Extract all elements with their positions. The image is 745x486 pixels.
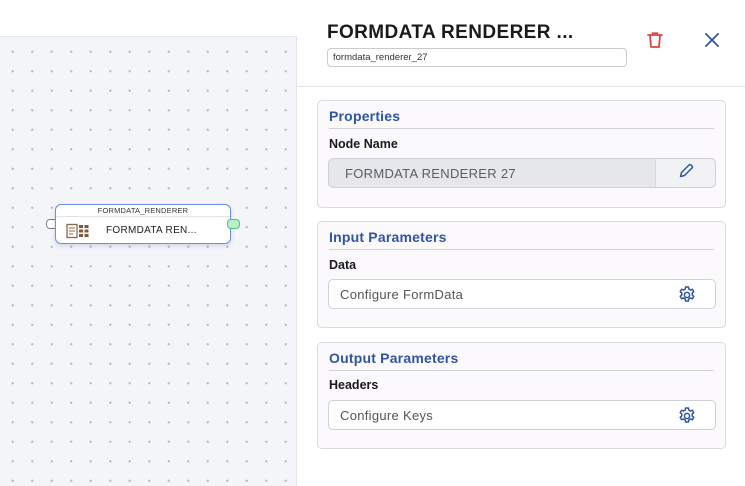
formdata-icon	[64, 223, 94, 239]
edit-node-name-button[interactable]	[655, 159, 715, 187]
configure-keys-text: Configure Keys	[340, 408, 434, 423]
panel-header: FORMDATA RENDERER ...	[298, 0, 745, 87]
panel-title: FORMDATA RENDERER ...	[327, 22, 574, 43]
node-id-input[interactable]	[327, 48, 627, 67]
gear-icon[interactable]	[677, 406, 697, 426]
node-name-value: FORMDATA RENDERER 27	[345, 166, 516, 181]
configure-keys-field[interactable]: Configure Keys	[328, 400, 716, 430]
pencil-icon	[677, 162, 695, 185]
flow-canvas[interactable]: FORMDATA_RENDERER FORMDATA REN...	[0, 0, 297, 486]
trash-icon	[645, 30, 665, 55]
configure-formdata-text: Configure FormData	[340, 287, 464, 302]
properties-section: Properties Node Name FORMDATA RENDERER 2…	[317, 100, 726, 208]
section-divider	[329, 128, 714, 129]
node-type-label: FORMDATA_RENDERER	[56, 205, 230, 217]
properties-title: Properties	[329, 108, 401, 124]
input-parameters-title: Input Parameters	[329, 229, 447, 245]
node-name-label: FORMDATA REN...	[106, 225, 197, 236]
node-name-field: FORMDATA RENDERER 27	[328, 158, 716, 188]
node-name-label: Node Name	[329, 137, 398, 151]
node-properties-panel: FORMDATA RENDERER ... formdata_renderer_…	[298, 0, 745, 486]
node-output-port[interactable]	[227, 219, 240, 229]
delete-button[interactable]	[644, 31, 666, 53]
data-label: Data	[329, 258, 357, 272]
node-body: FORMDATA REN...	[56, 217, 230, 244]
section-divider	[329, 370, 714, 371]
close-icon	[704, 32, 720, 53]
output-parameters-title: Output Parameters	[329, 350, 459, 366]
headers-label: Headers	[329, 378, 379, 392]
formdata-renderer-node[interactable]: FORMDATA_RENDERER FORMDATA REN...	[55, 204, 231, 244]
section-divider	[329, 249, 714, 250]
close-button[interactable]	[701, 31, 723, 53]
input-parameters-section: Input Parameters Data Configure FormData	[317, 221, 726, 328]
gear-icon[interactable]	[677, 285, 697, 305]
output-parameters-section: Output Parameters Headers Configure Keys	[317, 342, 726, 449]
canvas-toolbar	[0, 0, 297, 37]
app-root: FORMDATA_RENDERER FORMDATA REN... FORMDA…	[0, 0, 745, 486]
configure-formdata-field[interactable]: Configure FormData	[328, 279, 716, 309]
